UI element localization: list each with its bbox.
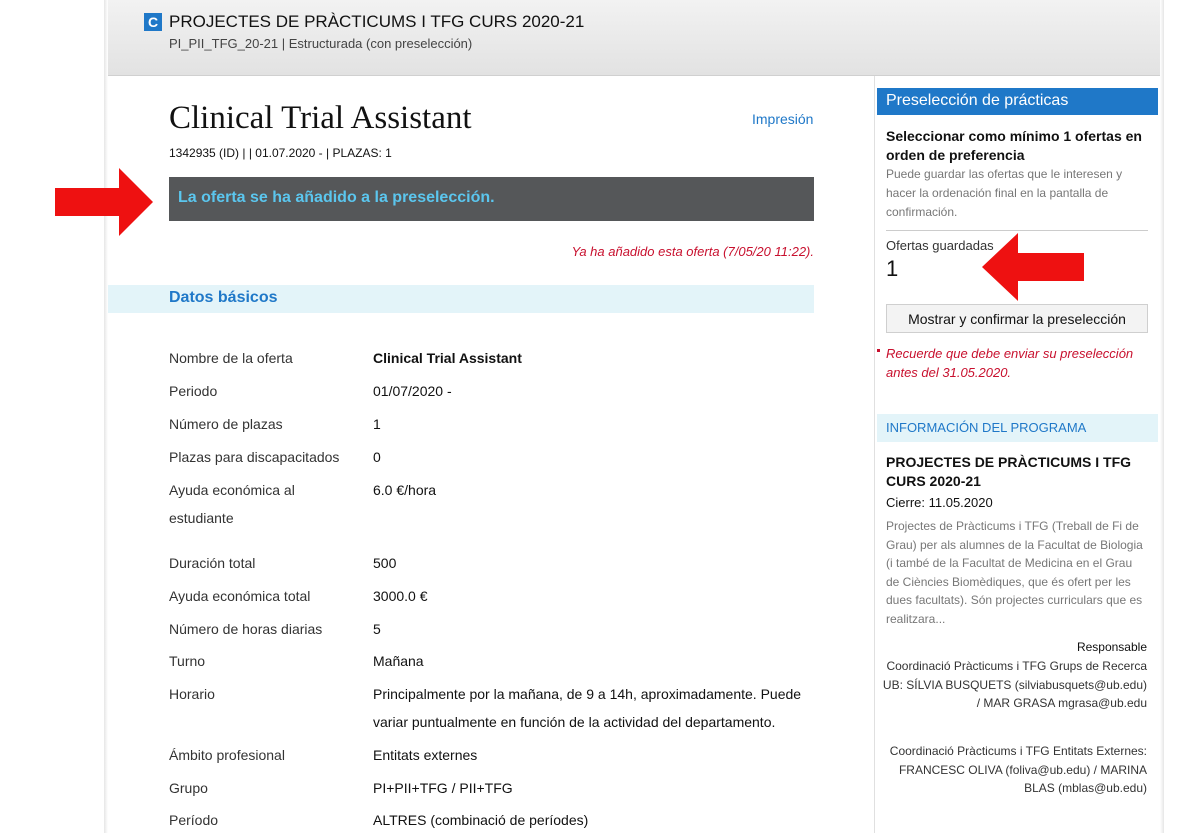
saved-offers-label: Ofertas guardadas	[886, 238, 994, 253]
row-value: 01/07/2020 -	[373, 383, 452, 399]
row-value: Entitats externes	[373, 747, 478, 763]
red-arrow-icon	[982, 233, 1084, 301]
bullet-icon	[877, 349, 880, 352]
confirm-preselection-button[interactable]: Mostrar y confirmar la preselección	[886, 304, 1148, 333]
row-value: 1	[373, 416, 381, 432]
offer-meta: 1342935 (ID) | | 01.07.2020 - | PLAZAS: …	[169, 146, 392, 160]
success-notice-text: La oferta se ha añadido a la preselecció…	[178, 189, 495, 206]
row-label: Turno	[169, 653, 206, 669]
row-value: 6.0 €/hora	[373, 482, 437, 498]
row-label: Duración total	[169, 555, 256, 571]
program-subtitle: PI_PII_TFG_20-21 | Estructurada (con pre…	[169, 36, 473, 51]
sidebar-divider	[886, 230, 1148, 231]
program-info-heading: INFORMACIÓN DEL PROGRAMA	[886, 420, 1087, 435]
row-label: Ámbito profesional	[169, 747, 285, 763]
preselection-instruction: Seleccionar como mínimo 1 ofertas en ord…	[886, 128, 1142, 163]
row-label: Nombre de la oferta	[169, 350, 293, 366]
responsible-contact-2: Coordinació Pràcticums i TFG Entitats Ex…	[889, 744, 1147, 795]
row-value: 0	[373, 449, 381, 465]
row-value: Mañana	[373, 653, 424, 669]
row-value: Clinical Trial Assistant	[373, 350, 522, 366]
offer-title: Clinical Trial Assistant	[169, 100, 472, 136]
red-arrow-icon	[55, 168, 153, 236]
print-link[interactable]: Impresión	[752, 111, 813, 127]
preselection-heading: Preselección de prácticas	[886, 92, 1069, 109]
preselection-header: Preselección de prácticas	[877, 88, 1158, 115]
program-closing-date: Cierre: 11.05.2020	[886, 495, 993, 510]
deadline-reminder: Recuerde que debe enviar su preselección…	[886, 346, 1134, 380]
preselection-help-text: Puede guardar las ofertas que le interes…	[886, 167, 1123, 219]
section-header-basic-data: Datos básicos	[108, 285, 814, 313]
program-title: PROJECTES DE PRÀCTICUMS I TFG CURS 2020-…	[169, 12, 585, 31]
already-added-message: Ya ha añadido esta oferta (7/05/20 11:22…	[571, 244, 814, 259]
row-label: Ayuda económica total	[169, 588, 311, 604]
row-value: PI+PII+TFG / PII+TFG	[373, 780, 513, 796]
responsible-contact-1: Coordinació Pràcticums i TFG Grups de Re…	[882, 659, 1147, 710]
row-label: Período	[169, 812, 219, 828]
row-value: ALTRES (combinació de períodes)	[373, 812, 589, 828]
row-value: 5	[373, 621, 381, 637]
responsible-title: Responsable	[1076, 640, 1147, 654]
row-value: 3000.0 €	[373, 588, 428, 604]
row-label: Número de horas diarias	[169, 621, 323, 637]
program-badge: C	[144, 13, 162, 31]
saved-offers-count: 1	[886, 256, 899, 281]
row-label: Horario	[169, 686, 215, 702]
row-label: Periodo	[169, 383, 218, 399]
row-label: Grupo	[169, 780, 208, 796]
section-title: Datos básicos	[169, 289, 278, 306]
row-value: 500	[373, 555, 397, 571]
row-label: Plazas para discapacitados	[169, 449, 340, 465]
program-info-header: INFORMACIÓN DEL PROGRAMA	[877, 414, 1158, 442]
row-label: Número de plazas	[169, 416, 283, 432]
row-label: Ayuda económica al estudiante	[169, 482, 295, 526]
program-description: Projectes de Pràcticums i TFG (Treball d…	[886, 519, 1143, 626]
row-value: Principalmente por la mañana, de 9 a 14h…	[373, 686, 802, 730]
program-name: PROJECTES DE PRÀCTICUMS I TFG CURS 2020-…	[886, 454, 1132, 489]
success-notice: La oferta se ha añadido a la preselecció…	[169, 177, 814, 221]
